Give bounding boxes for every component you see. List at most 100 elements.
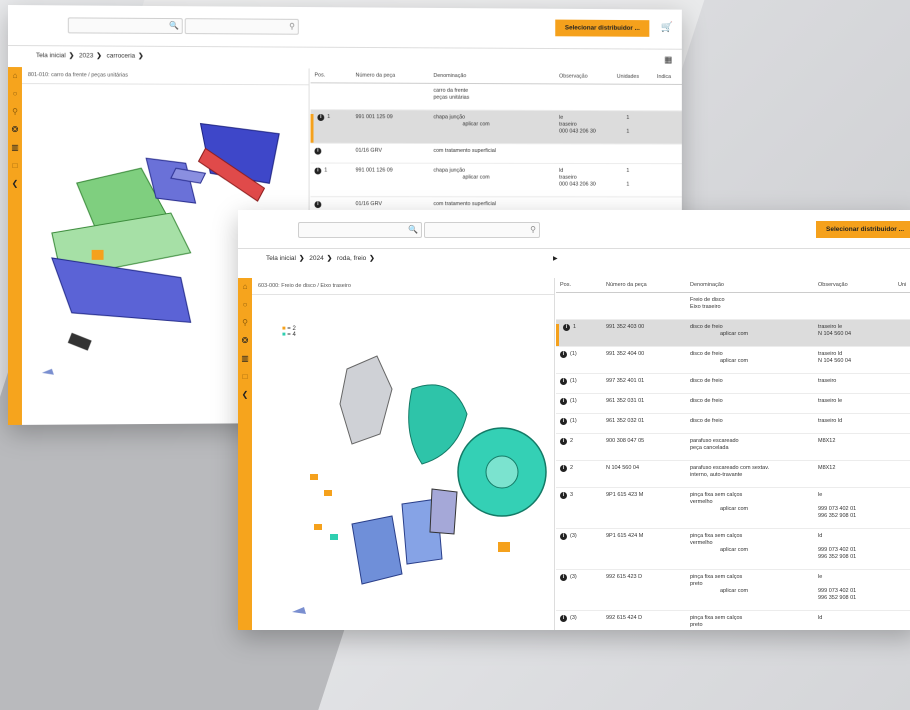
document-icon[interactable]: □ <box>238 368 252 386</box>
table-row[interactable]: i 2 900 308 047 05 parafuso escareado peça c… <box>556 434 910 461</box>
part-number[interactable]: 992 615 423 D <box>606 574 642 580</box>
print-icon[interactable]: ▦ <box>664 50 672 70</box>
info-icon[interactable]: i <box>560 438 567 445</box>
name-line: pinça fixa sem calços <box>690 574 814 581</box>
name-line: disco de freio <box>690 324 814 331</box>
car-icon[interactable]: ○ <box>238 296 252 314</box>
part-number[interactable]: 991 352 403 00 <box>606 324 644 330</box>
table-row[interactable]: i (1) 997 352 401 01 disco de freio traseiro <box>556 374 910 394</box>
info-icon[interactable]: i <box>314 148 321 155</box>
info-icon[interactable]: i <box>560 378 567 385</box>
exploded-brake-diagram[interactable] <box>252 294 554 630</box>
col-units[interactable]: Unidades <box>613 70 653 84</box>
share-icon[interactable]: ❮ <box>8 175 22 193</box>
breadcrumb-home[interactable]: Tela inicial <box>266 255 296 262</box>
table-row[interactable]: i 1 991 001 125 09 chapa junção aplicar com l… <box>311 110 682 145</box>
part-number[interactable]: 900 308 047 05 <box>606 438 644 444</box>
select-distributor-button[interactable]: Selecionar distribuidor ... <box>555 20 649 37</box>
home-icon[interactable]: ⌂ <box>238 278 252 296</box>
breadcrumb: Tela inicial ❯ 2023 ❯ carroceria ❯ ▦ <box>8 46 682 69</box>
part-number[interactable]: 991 352 404 00 <box>606 351 644 357</box>
info-icon[interactable]: i <box>560 465 567 472</box>
table-row[interactable]: i 1 991 001 126 09 chapa junção aplicar com l… <box>311 164 682 198</box>
sidebar: ⌂ ○ ⚲ ❂ ▥ □ ❮ <box>238 278 252 630</box>
col-units[interactable]: Uni <box>894 278 910 292</box>
breadcrumb-section[interactable]: roda, freio <box>337 255 366 262</box>
col-pos[interactable]: Pos. <box>311 68 352 82</box>
search-icon[interactable]: ⚲ <box>238 314 252 332</box>
info-icon[interactable]: i <box>314 167 321 174</box>
table-row[interactable]: i (1) 961 352 031 01 disco de freio traseiro… <box>556 394 910 414</box>
part-number[interactable]: 01/16 GRV <box>356 201 382 207</box>
col-observation[interactable]: Observação <box>814 278 894 292</box>
car-icon[interactable]: ○ <box>8 85 22 103</box>
breadcrumb-year[interactable]: 2023 <box>79 52 93 59</box>
cell-observation: ld traseiro 000 043 206 30 <box>555 168 622 197</box>
part-number[interactable]: 992 615 424 D <box>606 615 642 621</box>
part-number[interactable]: 9P1 615 424 M <box>606 533 643 539</box>
cell-name: disco de freio <box>686 398 814 413</box>
part-number[interactable]: 01/16 GRV <box>356 148 382 154</box>
cart-icon[interactable]: ▥ <box>238 350 252 368</box>
part-number[interactable]: 997 352 401 01 <box>606 378 644 384</box>
info-icon[interactable]: i <box>560 351 567 358</box>
name-line: disco de freio <box>690 418 814 425</box>
breadcrumb-home[interactable]: Tela inicial <box>36 52 66 59</box>
share-icon[interactable]: ❮ <box>238 386 252 404</box>
search-input[interactable]: 🔍 <box>298 222 422 238</box>
search-input[interactable]: 🔍 <box>68 17 183 34</box>
table-row[interactable]: i (3) 9P1 615 424 M pinça fixa sem calços ve… <box>556 529 910 570</box>
breadcrumb-year[interactable]: 2024 <box>309 255 323 262</box>
part-number[interactable]: 961 352 032 01 <box>606 418 644 424</box>
info-icon[interactable]: i <box>563 324 570 331</box>
home-icon[interactable]: ⌂ <box>8 67 22 85</box>
cart-icon[interactable]: 🛒 <box>661 22 673 33</box>
info-icon[interactable]: i <box>317 114 324 121</box>
observation-line: le <box>818 574 894 581</box>
col-name[interactable]: Denominação <box>686 278 814 292</box>
table-row[interactable]: i (3) 992 615 424 D pinça fixa sem calços pr… <box>556 611 910 630</box>
play-icon[interactable]: ▶ <box>553 249 558 269</box>
table-row[interactable]: i2 N 104 560 04 parafuso escareado com sex… <box>556 461 910 488</box>
col-part-number[interactable]: Número da peça <box>602 278 686 292</box>
secondary-search-input[interactable]: ⚲ <box>424 222 540 238</box>
table-row[interactable]: i (1) 991 352 404 00 disco de freio aplicar … <box>556 347 910 374</box>
cell-part-number <box>352 87 430 109</box>
part-number[interactable]: 991 001 125 09 <box>356 114 393 120</box>
table-row[interactable]: i 3 9P1 615 423 M pinça fixa sem calços verm… <box>556 488 910 529</box>
info-icon[interactable]: i <box>560 418 567 425</box>
part-number[interactable]: 991 001 126 09 <box>356 168 393 174</box>
col-part-number[interactable]: Número da peça <box>352 69 430 83</box>
search-icon[interactable]: ⚲ <box>8 103 22 121</box>
breadcrumb-section[interactable]: carroceria <box>107 53 136 60</box>
info-icon[interactable]: i <box>560 492 567 499</box>
info-icon[interactable]: i <box>560 574 567 581</box>
cell-pos: i2 <box>556 465 602 487</box>
observation-line: 996 352 908 01 <box>818 595 894 602</box>
part-number[interactable]: 9P1 615 423 M <box>606 492 643 498</box>
cart-icon[interactable]: ▥ <box>8 139 22 157</box>
col-name[interactable]: Denominação <box>430 69 556 83</box>
steering-wheel-icon[interactable]: ❂ <box>238 332 252 350</box>
info-icon[interactable]: i <box>314 201 321 208</box>
table-row[interactable]: carro da frente peças unitárias <box>311 83 682 111</box>
part-number[interactable]: 961 352 031 01 <box>606 398 644 404</box>
secondary-search-input[interactable]: ⚲ <box>185 18 299 35</box>
table-row[interactable]: i 1 991 352 403 00 disco de freio aplicar co… <box>556 320 910 347</box>
part-number[interactable]: N 104 560 04 <box>606 465 639 471</box>
steering-wheel-icon[interactable]: ❂ <box>8 121 22 139</box>
info-icon[interactable]: i <box>560 533 567 540</box>
document-icon[interactable]: □ <box>8 157 22 175</box>
units-line: 1 <box>626 182 662 189</box>
table-row[interactable]: i (3) 992 615 423 D pinça fixa sem calços pr… <box>556 570 910 611</box>
col-pos[interactable]: Pos. <box>556 278 602 292</box>
cell-part-number: 991 352 404 00 <box>602 351 686 373</box>
select-distributor-button[interactable]: Selecionar distribuidor ... <box>816 221 910 238</box>
info-icon[interactable]: i <box>560 398 567 405</box>
col-observation[interactable]: Observação <box>555 70 613 84</box>
col-indicator[interactable]: Indica <box>653 70 682 84</box>
cell-observation <box>814 297 894 319</box>
table-row[interactable]: i 01/16 GRV com tratamento superficial <box>311 144 682 164</box>
table-row[interactable]: i (1) 961 352 032 01 disco de freio traseiro… <box>556 414 910 434</box>
table-row[interactable]: Freio de disco Eixo traseiro <box>556 293 910 320</box>
